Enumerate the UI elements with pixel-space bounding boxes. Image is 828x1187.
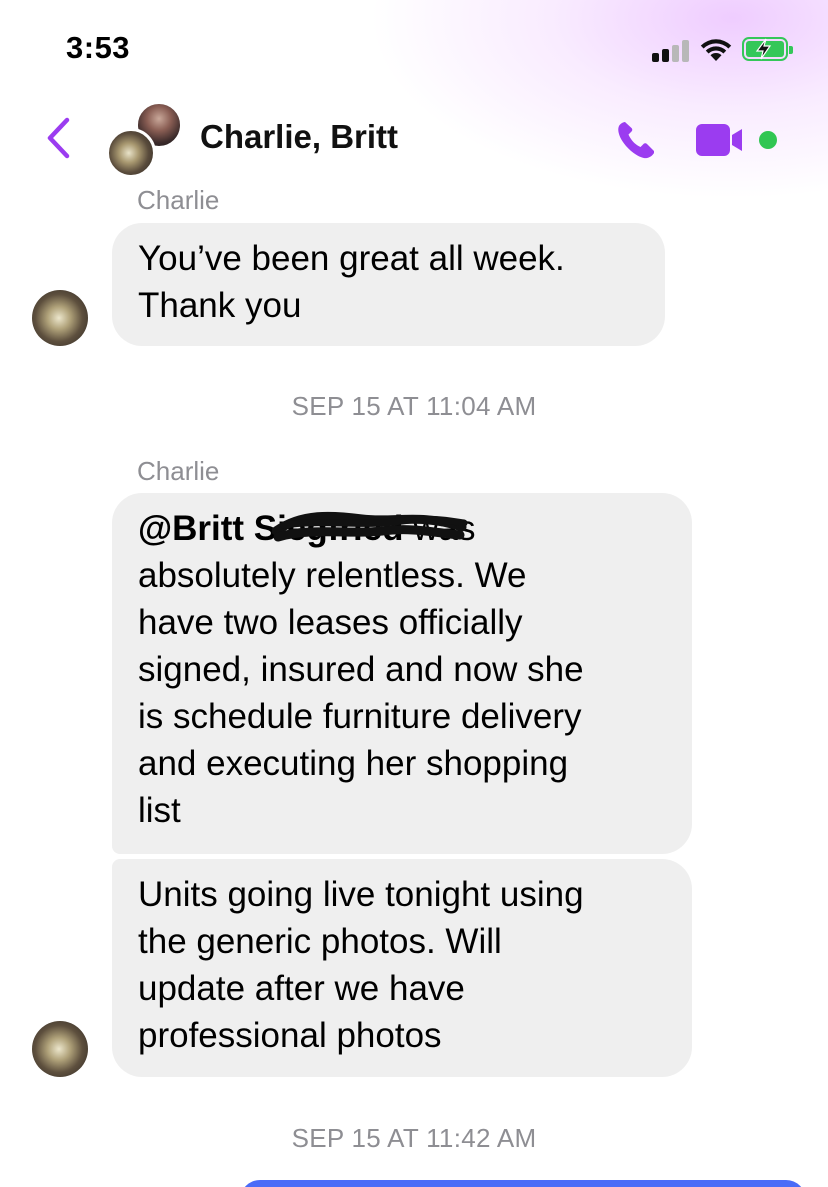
- battery-icon: [742, 37, 793, 61]
- message-line: professional photos: [138, 1016, 442, 1055]
- timestamp: SEP 15 AT 11:42 AM: [291, 1123, 537, 1153]
- mention-tag[interactable]: @Britt Siegfried: [138, 509, 404, 548]
- message-bubble[interactable]: @Britt Siegfried was absolutely relentle…: [112, 493, 692, 854]
- messenger-screen: 3:53 Charlie, Britt Charlie You’ve been …: [0, 0, 828, 1187]
- message-bubble[interactable]: Units going live tonight using the gener…: [112, 859, 692, 1077]
- audio-call-button[interactable]: [612, 116, 660, 164]
- sender-name: Charlie: [137, 185, 220, 215]
- charging-bolt-icon: [755, 38, 772, 60]
- status-time: 3:53: [66, 30, 131, 65]
- outgoing-message-bubble[interactable]: [240, 1180, 806, 1187]
- message-line: signed, insured and now she: [138, 650, 584, 689]
- message-line: update after we have: [138, 969, 465, 1008]
- message-line: Thank you: [138, 286, 302, 325]
- video-camera-icon: [696, 124, 742, 156]
- avatar-charlie: [106, 128, 156, 178]
- phone-icon: [618, 122, 654, 159]
- message-text: was: [403, 509, 476, 548]
- timestamp: SEP 15 AT 11:04 AM: [291, 391, 537, 421]
- message-line: You’ve been great all week.: [138, 239, 565, 278]
- cellular-signal-icon: [652, 40, 692, 62]
- back-button[interactable]: [38, 114, 78, 162]
- message-line: the generic photos. Will: [138, 922, 502, 961]
- chevron-left-icon: [47, 117, 70, 159]
- message-line: @Britt Siegfried was: [138, 505, 666, 552]
- status-bar: 3:53: [0, 0, 828, 96]
- conversation-header: Charlie, Britt: [0, 96, 828, 186]
- sender-avatar[interactable]: [32, 290, 88, 346]
- group-avatar[interactable]: [106, 102, 182, 178]
- conversation-title[interactable]: Charlie, Britt: [200, 118, 398, 156]
- sender-avatar[interactable]: [32, 1021, 88, 1077]
- message-line: have two leases officially: [138, 603, 523, 642]
- video-call-button[interactable]: [694, 120, 750, 160]
- message-line: and executing her shopping: [138, 744, 569, 783]
- message-line: is schedule furniture delivery: [138, 697, 582, 736]
- active-status-dot: [759, 131, 777, 149]
- message-bubble[interactable]: You’ve been great all week. Thank you: [112, 223, 665, 346]
- message-line: list: [138, 791, 181, 830]
- message-line: absolutely relentless. We: [138, 556, 527, 595]
- sender-name: Charlie: [137, 456, 220, 486]
- wifi-icon: [700, 39, 732, 61]
- message-line: Units going live tonight using: [138, 875, 584, 914]
